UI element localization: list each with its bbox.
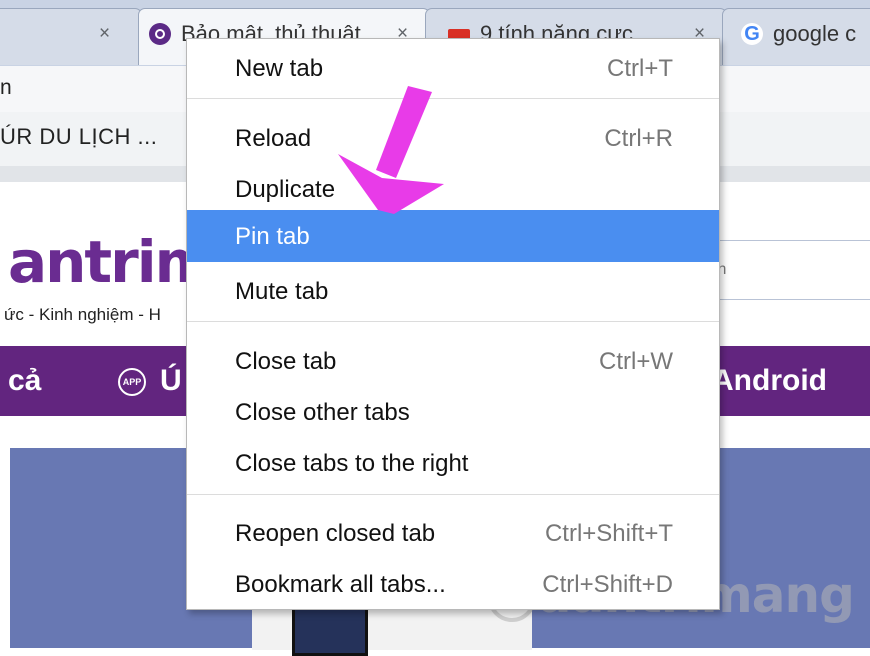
menu-shortcut: Ctrl+R [604,125,673,152]
menu-label: Reload [235,125,312,152]
menu-shortcut: Ctrl+T [607,55,673,82]
app-icon: APP [118,368,146,396]
menu-label: New tab [235,55,324,82]
nav-item-app[interactable]: Ú [160,364,182,398]
menu-label: Close other tabs [235,399,410,426]
menu-label: Reopen closed tab [235,520,436,547]
site-tagline: ức - Kinh nghiệm - H [4,305,161,324]
menu-shortcut: Ctrl+Shift+T [544,520,673,547]
menu-label: Bookmark all tabs... [235,571,446,598]
menu-label: Pin tab [235,223,310,250]
google-favicon-icon: G [741,23,763,45]
menu-separator [187,321,719,322]
menu-item-close-tab[interactable]: Close tab Ctrl+W [187,335,719,387]
menu-item-mute-tab[interactable]: Mute tab [187,265,719,317]
menu-label: Close tabs to the right [235,450,469,477]
menu-shortcut: Ctrl+W [599,348,673,375]
close-icon[interactable]: × [99,23,110,45]
tab-4[interactable]: G google c [722,8,870,65]
quantrimang-favicon-icon [149,23,171,45]
menu-item-reopen-closed-tab[interactable]: Reopen closed tab Ctrl+Shift+T [187,507,719,559]
tab-1[interactable]: × [0,8,142,65]
arrow-annotation-icon [338,86,444,214]
menu-item-close-other-tabs[interactable]: Close other tabs [187,386,719,438]
menu-label: Close tab [235,348,337,375]
address-text[interactable]: n [0,76,12,100]
menu-item-bookmark-all-tabs[interactable]: Bookmark all tabs... Ctrl+Shift+D [187,558,719,610]
menu-item-close-tabs-right[interactable]: Close tabs to the right [187,437,719,489]
search-input[interactable]: ìh [700,240,870,300]
nav-item-all[interactable]: cả [8,364,41,398]
menu-separator [187,494,719,495]
menu-label: Mute tab [235,278,329,305]
tab-title: google c [773,21,857,46]
nav-item-android[interactable]: Android [712,364,827,398]
menu-shortcut: Ctrl+Shift+D [542,571,673,598]
bookmark-item[interactable]: ÚR DU LỊCH ... [0,124,157,150]
